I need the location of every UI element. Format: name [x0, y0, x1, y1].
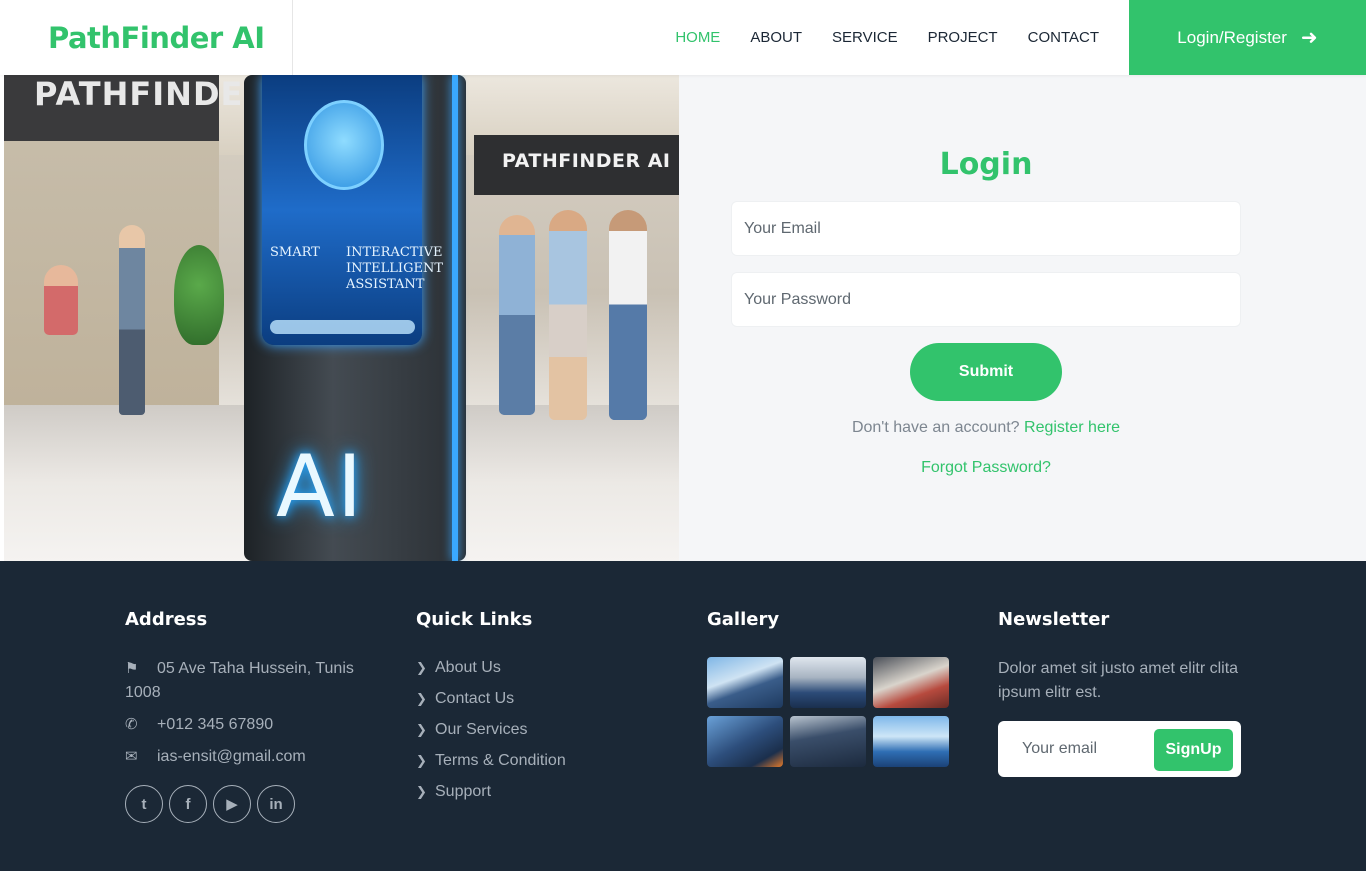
navbar: PathFinder AI HOME ABOUT SERVICE PROJECT… [0, 0, 1366, 75]
nav-contact[interactable]: CONTACT [1028, 29, 1099, 46]
nav-about[interactable]: ABOUT [750, 29, 802, 46]
footer-newsletter-title: Newsletter [998, 609, 1110, 630]
nav-links: HOME ABOUT SERVICE PROJECT CONTACT [293, 0, 1129, 75]
hero-person [609, 210, 647, 420]
facebook-icon[interactable]: f [169, 785, 207, 823]
hero-screen-bar [270, 320, 415, 334]
hero-kiosk-light [452, 75, 458, 561]
login-title: Login [939, 147, 1033, 182]
login-register-button[interactable]: Login/Register ➜ [1129, 0, 1366, 75]
nav-project[interactable]: PROJECT [928, 29, 998, 46]
footer-address-title: Address [125, 609, 208, 630]
quick-link-terms[interactable]: ❯ Terms & Condition [416, 752, 566, 770]
submit-button[interactable]: Submit [910, 343, 1062, 401]
arrow-right-icon: ➜ [1300, 27, 1318, 49]
quick-link-label: Our Services [435, 721, 528, 738]
hero-screen-text-right: INTERACTIVE INTELLIGENT ASSISTANT [346, 245, 443, 292]
phone-icon: ✆ [125, 716, 138, 733]
map-marker-icon: ⚑ [125, 660, 139, 677]
quick-link-label: Support [435, 783, 492, 800]
hero-avatar-face [304, 100, 384, 190]
hero-screen-text-left: SMART [270, 245, 320, 260]
brand[interactable]: PathFinder AI [0, 0, 293, 75]
gallery-image[interactable] [873, 716, 949, 767]
quick-link-contact[interactable]: ❯ Contact Us [416, 690, 514, 708]
hero-person [119, 225, 145, 415]
gallery-image[interactable] [790, 716, 866, 767]
hero-sign-right: PATHFINDER AI [502, 150, 671, 172]
newsletter-form: SignUp [998, 721, 1241, 777]
hero-person [499, 215, 535, 415]
quick-link-support[interactable]: ❯ Support [416, 783, 491, 801]
hero-plant [174, 245, 224, 345]
chevron-right-icon: ❯ [416, 753, 427, 768]
email-input[interactable] [731, 201, 1241, 256]
nav-service[interactable]: SERVICE [832, 29, 898, 46]
youtube-icon[interactable]: ▶ [213, 785, 251, 823]
register-prompt: Don't have an account? Register here [679, 419, 1293, 437]
hero-store-left [4, 75, 219, 405]
register-prompt-text: Don't have an account? [851, 419, 1020, 436]
newsletter-text: Dolor amet sit justo amet elitr clita ip… [998, 660, 1239, 701]
quick-link-services[interactable]: ❯ Our Services [416, 721, 527, 739]
social-links: t f ▶ in [125, 785, 295, 823]
chevron-right-icon: ❯ [416, 784, 427, 799]
footer-address-email: ✉ ias-ensit@gmail.com [125, 745, 385, 769]
gallery-image[interactable] [707, 657, 783, 708]
chevron-right-icon: ❯ [416, 691, 427, 706]
footer-phone-text: +012 345 67890 [157, 716, 274, 733]
footer-address-street: ⚑ 05 Ave Taha Hussein, Tunis 1008 [125, 657, 385, 705]
gallery-grid [707, 657, 949, 767]
footer-street-text: 05 Ave Taha Hussein, Tunis 1008 [125, 660, 354, 701]
nav-home[interactable]: HOME [675, 29, 720, 46]
gallery-image[interactable] [790, 657, 866, 708]
login-panel: Login Submit Don't have an account? Regi… [679, 75, 1366, 561]
quick-link-label: Terms & Condition [435, 752, 566, 769]
footer-quick-links-title: Quick Links [416, 609, 533, 630]
gallery-image[interactable] [707, 716, 783, 767]
quick-link-label: About Us [435, 659, 501, 676]
twitter-icon[interactable]: t [125, 785, 163, 823]
register-link[interactable]: Register here [1024, 419, 1120, 436]
brand-name[interactable]: PathFinder AI [48, 21, 265, 55]
footer-address-phone: ✆ +012 345 67890 [125, 713, 385, 737]
newsletter-email-input[interactable] [1010, 721, 1150, 777]
linkedin-icon[interactable]: in [257, 785, 295, 823]
quick-link-about[interactable]: ❯ About Us [416, 659, 501, 677]
quick-link-label: Contact Us [435, 690, 515, 707]
hero-kiosk-ai: AI [276, 437, 365, 537]
login-register-label: Login/Register [1177, 27, 1287, 47]
footer-gallery-title: Gallery [707, 609, 780, 630]
newsletter-signup-button[interactable]: SignUp [1154, 729, 1233, 771]
footer: Address ⚑ 05 Ave Taha Hussein, Tunis 1008… [0, 561, 1366, 871]
password-input[interactable] [731, 272, 1241, 327]
chevron-right-icon: ❯ [416, 722, 427, 737]
envelope-icon: ✉ [125, 748, 138, 765]
chevron-right-icon: ❯ [416, 660, 427, 675]
forgot-password-link[interactable]: Forgot Password? [679, 459, 1293, 477]
gallery-image[interactable] [873, 657, 949, 708]
hero-person [549, 210, 587, 420]
footer-email-text: ias-ensit@gmail.com [157, 748, 306, 765]
hero-image: PATHFINDER AI PATHFINDER AI SMART INTERA… [4, 75, 679, 561]
hero-person [44, 265, 78, 335]
